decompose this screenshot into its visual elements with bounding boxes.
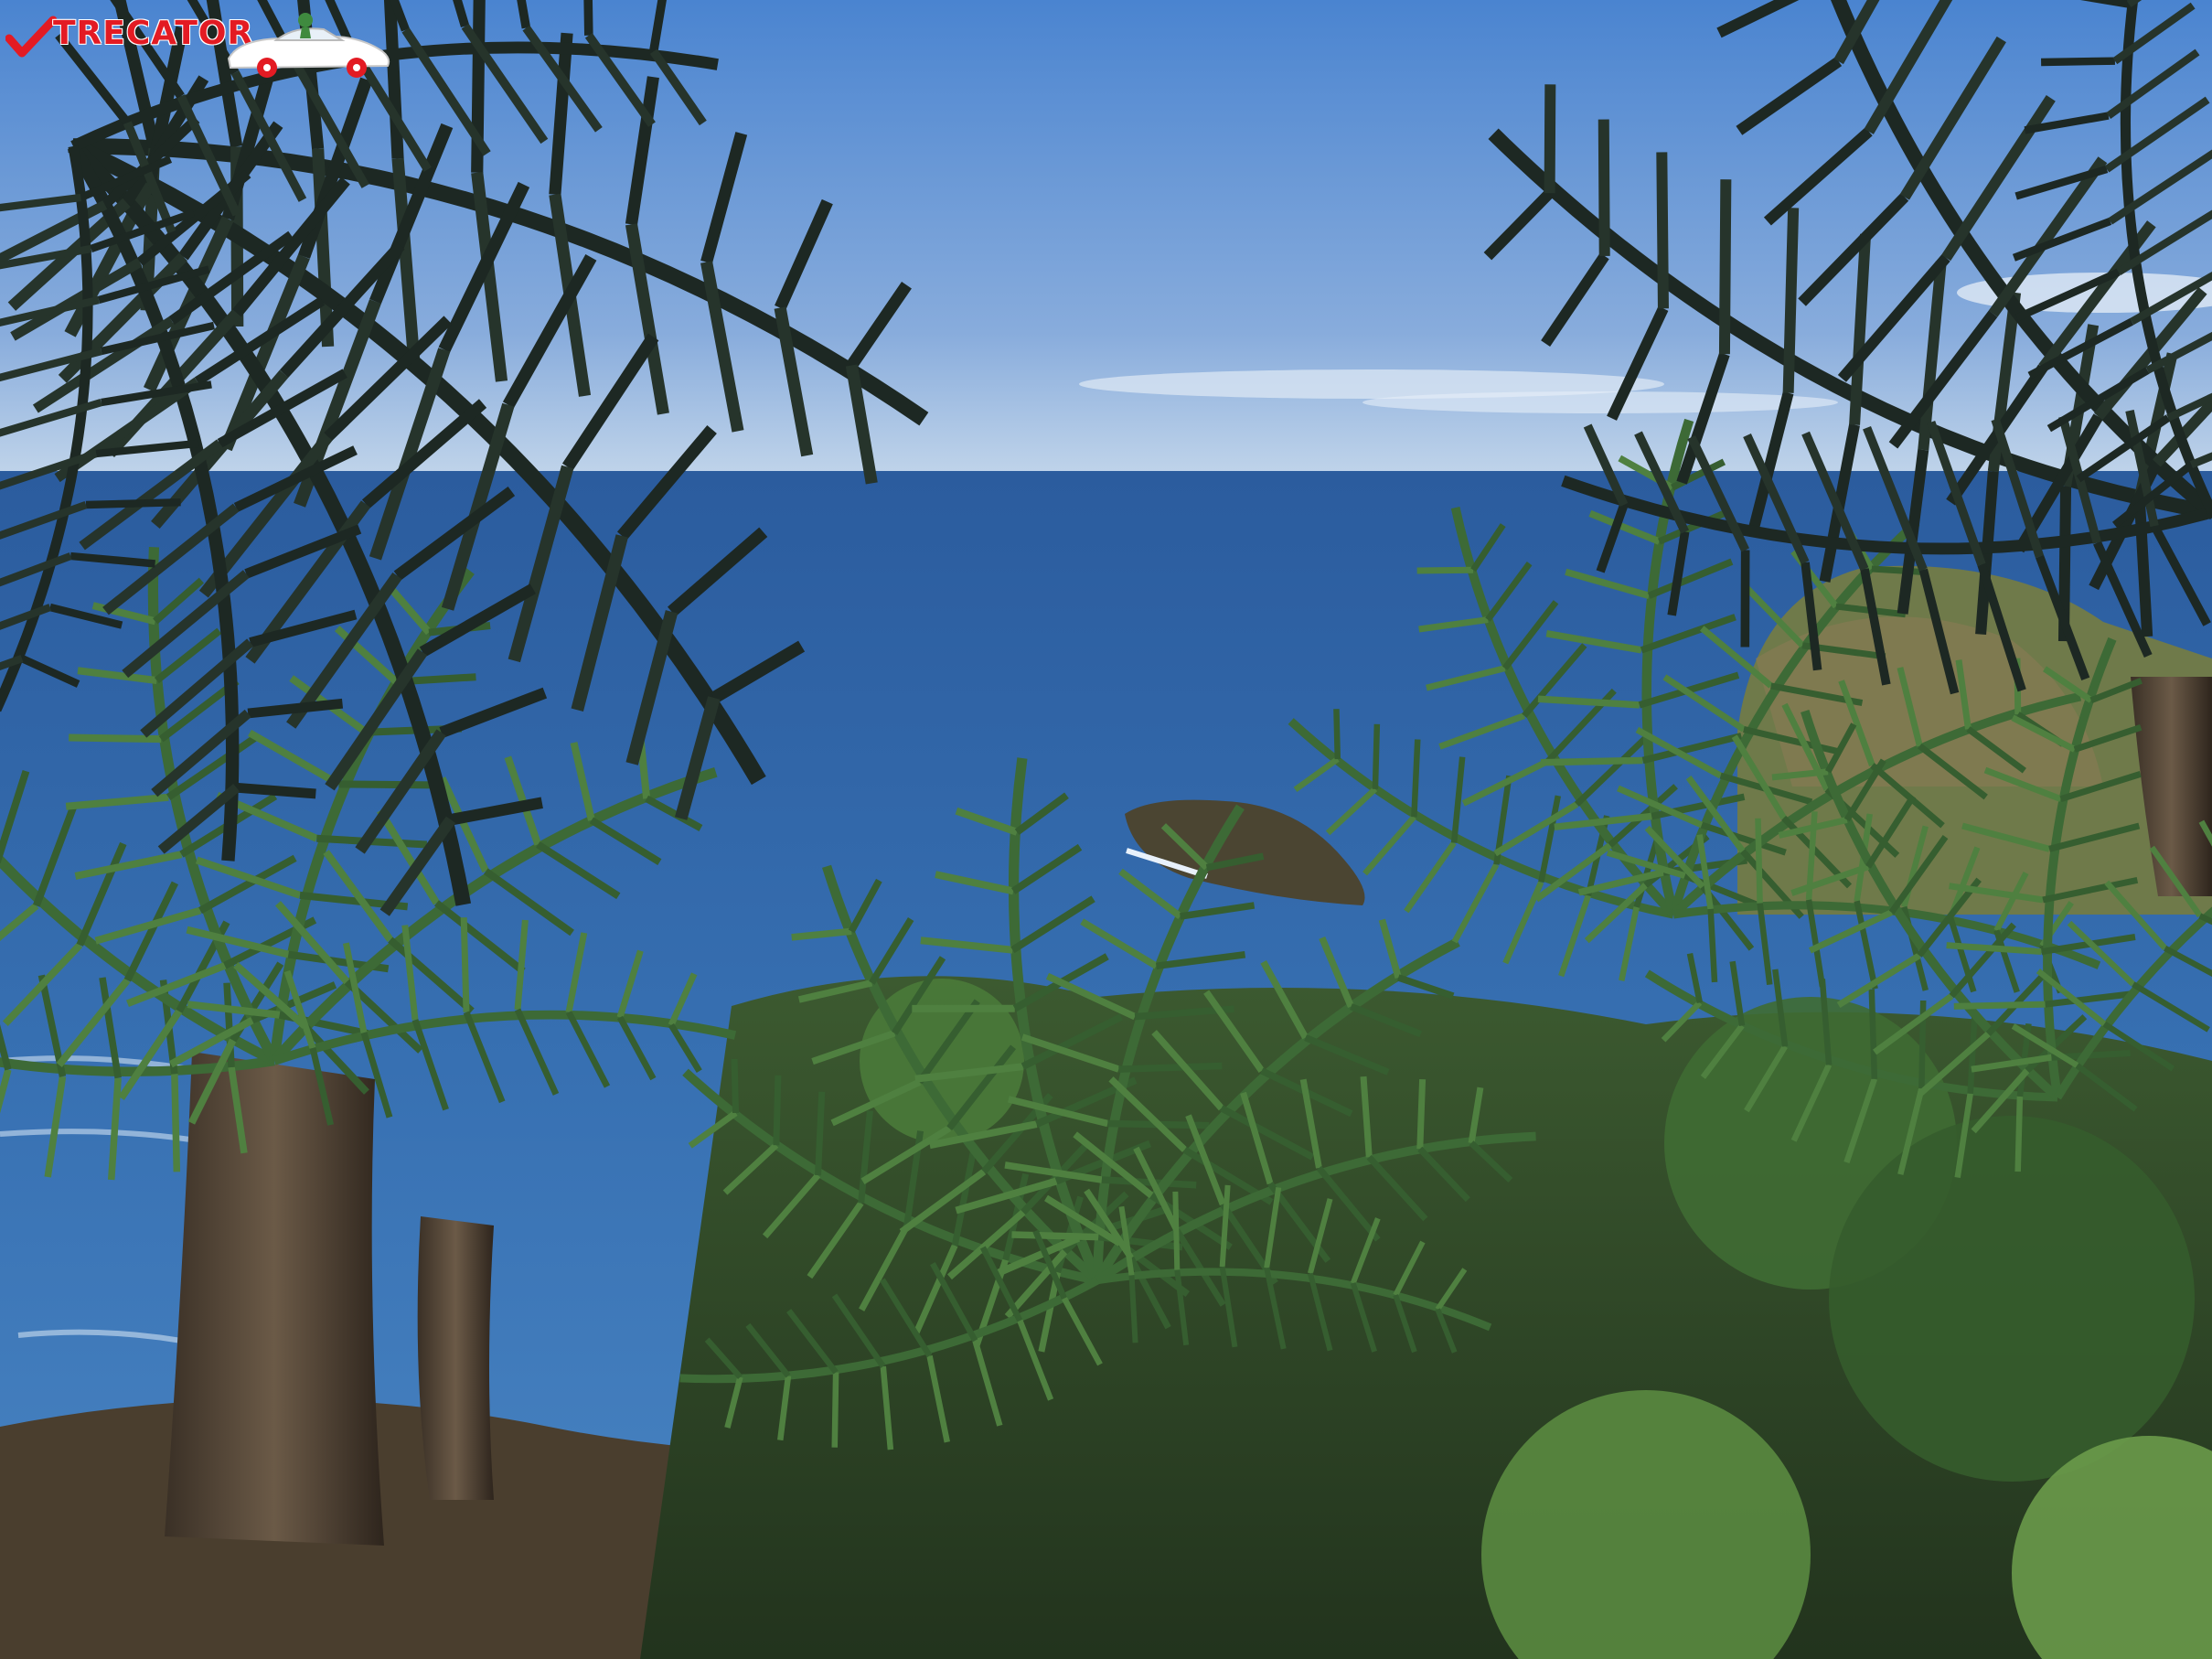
landscape-illustration [0, 0, 2212, 1659]
palm-trunk-left [165, 1052, 384, 1546]
checkmark-icon [5, 16, 57, 58]
photo-scene: TRECATOR [0, 0, 2212, 1659]
palm-trunk-mid [417, 1216, 494, 1500]
car-icon [227, 13, 390, 78]
trecator-watermark: TRECATOR [5, 9, 390, 82]
